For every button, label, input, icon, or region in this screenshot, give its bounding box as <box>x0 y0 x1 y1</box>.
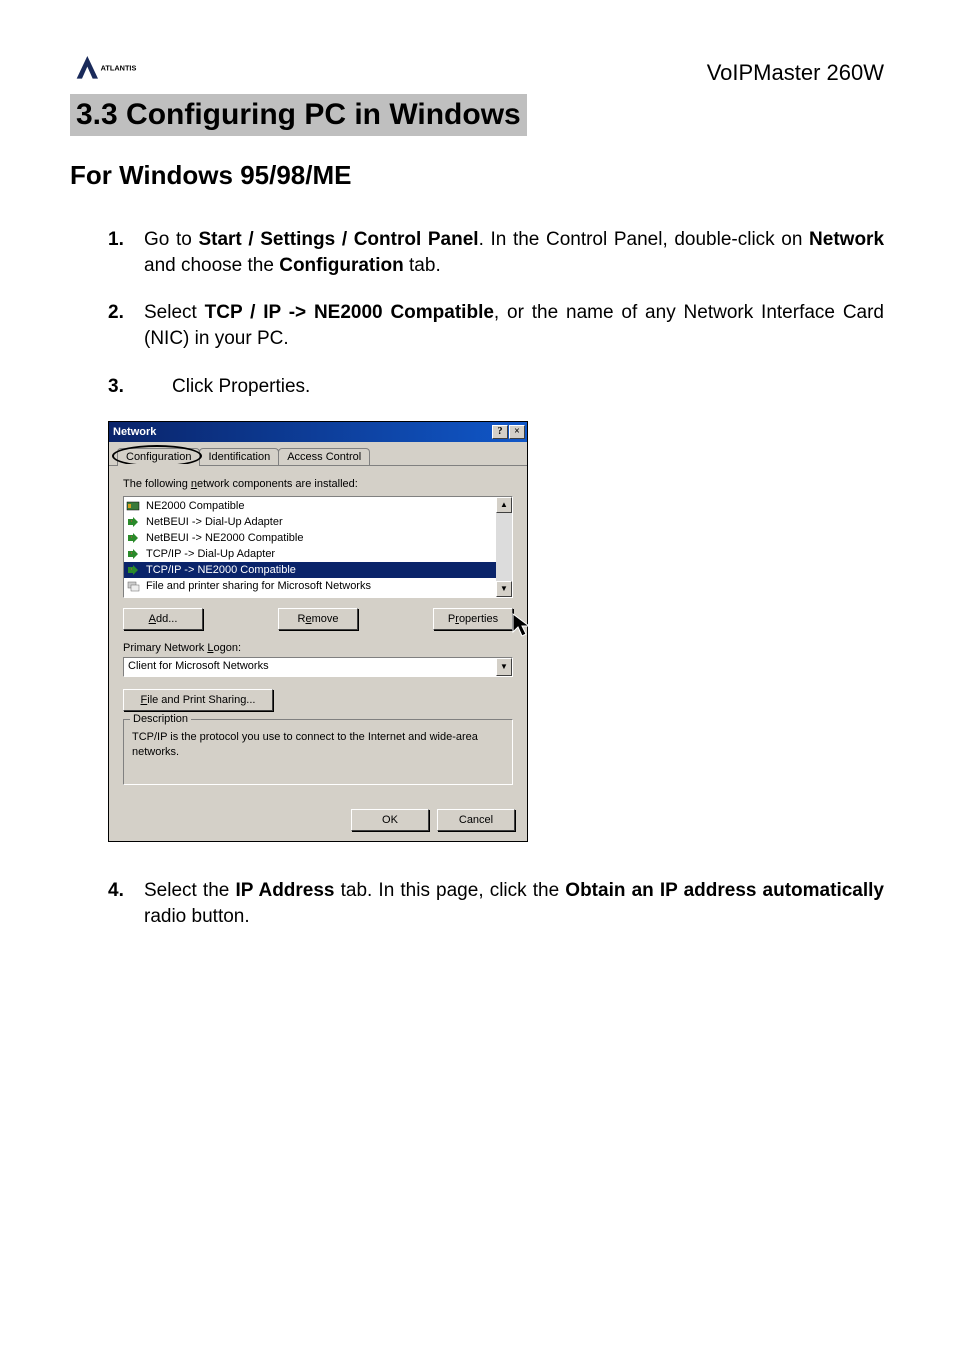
page-header: ATLANTIS VoIPMaster 260W <box>70 50 884 86</box>
tab-identification[interactable]: Identification <box>199 448 279 465</box>
logo: ATLANTIS <box>70 50 150 86</box>
step-number: 2. <box>108 300 124 326</box>
network-dialog: Network ? × Configuration Identification… <box>108 421 528 842</box>
close-button[interactable]: × <box>509 425 525 439</box>
step-number: 1. <box>108 227 124 253</box>
help-button[interactable]: ? <box>492 425 508 439</box>
network-components-listbox[interactable]: NE2000 Compatible NetBEUI -> Dial-Up Ada… <box>123 496 513 598</box>
dropdown-button[interactable]: ▼ <box>496 658 512 676</box>
step-number: 4. <box>108 878 124 904</box>
atlantis-logo-icon: ATLANTIS <box>70 50 150 86</box>
list-item[interactable]: NE2000 Compatible <box>124 498 496 514</box>
description-groupbox: Description TCP/IP is the protocol you u… <box>123 719 513 785</box>
step-number: 3. <box>108 374 124 400</box>
protocol-icon <box>126 531 142 545</box>
primary-logon-combo[interactable]: Client for Microsoft Networks ▼ <box>123 657 513 677</box>
dialog-footer: OK Cancel <box>109 801 527 841</box>
step-1: 1. Go to Start / Settings / Control Pane… <box>108 227 884 278</box>
dialog-titlebar: Network ? × <box>109 422 527 442</box>
network-dialog-screenshot: Network ? × Configuration Identification… <box>108 421 884 842</box>
list-item[interactable]: File and printer sharing for Microsoft N… <box>124 578 496 594</box>
list-item[interactable]: NetBEUI -> Dial-Up Adapter <box>124 514 496 530</box>
dialog-body: The following network components are ins… <box>109 466 527 801</box>
cancel-button[interactable]: Cancel <box>437 809 515 831</box>
tab-access-control[interactable]: Access Control <box>278 448 370 465</box>
list-item[interactable]: NetBEUI -> NE2000 Compatible <box>124 530 496 546</box>
listbox-scrollbar[interactable]: ▲ ▼ <box>496 497 512 597</box>
service-icon <box>126 579 142 593</box>
nic-card-icon <box>126 499 142 513</box>
steps-list-continued: 4. Select the IP Address tab. In this pa… <box>70 878 884 929</box>
step-2: 2. Select TCP / IP -> NE2000 Compatible,… <box>108 300 884 351</box>
dialog-title: Network <box>113 426 156 438</box>
description-text: TCP/IP is the protocol you use to connec… <box>132 730 504 774</box>
step-3: 3. Click Properties. <box>108 374 884 400</box>
protocol-icon <box>126 547 142 561</box>
scroll-up-button[interactable]: ▲ <box>496 497 512 513</box>
groupbox-title: Description <box>130 713 191 725</box>
section-heading: 3.3 Configuring PC in Windows <box>70 94 527 136</box>
list-item-selected[interactable]: TCP/IP -> NE2000 Compatible <box>124 562 496 578</box>
cursor-arrow-icon <box>511 612 541 642</box>
tab-configuration[interactable]: Configuration <box>117 448 200 465</box>
tabs-row: Configuration Identification Access Cont… <box>109 442 527 466</box>
components-installed-label: The following network components are ins… <box>123 478 513 490</box>
svg-text:ATLANTIS: ATLANTIS <box>101 64 137 73</box>
protocol-icon <box>126 563 142 577</box>
remove-button[interactable]: Remove <box>278 608 358 630</box>
protocol-icon <box>126 515 142 529</box>
ok-button[interactable]: OK <box>351 809 429 831</box>
step-4: 4. Select the IP Address tab. In this pa… <box>108 878 884 929</box>
product-name: VoIPMaster 260W <box>707 60 884 86</box>
properties-button[interactable]: Properties <box>433 608 513 630</box>
list-item[interactable]: TCP/IP -> Dial-Up Adapter <box>124 546 496 562</box>
primary-logon-label: Primary Network Logon: <box>123 642 513 654</box>
steps-list: 1. Go to Start / Settings / Control Pane… <box>70 227 884 399</box>
scroll-down-button[interactable]: ▼ <box>496 581 512 597</box>
add-button[interactable]: Add... <box>123 608 203 630</box>
file-print-sharing-button[interactable]: File and Print Sharing... <box>123 689 273 711</box>
subsection-heading: For Windows 95/98/ME <box>70 160 884 191</box>
